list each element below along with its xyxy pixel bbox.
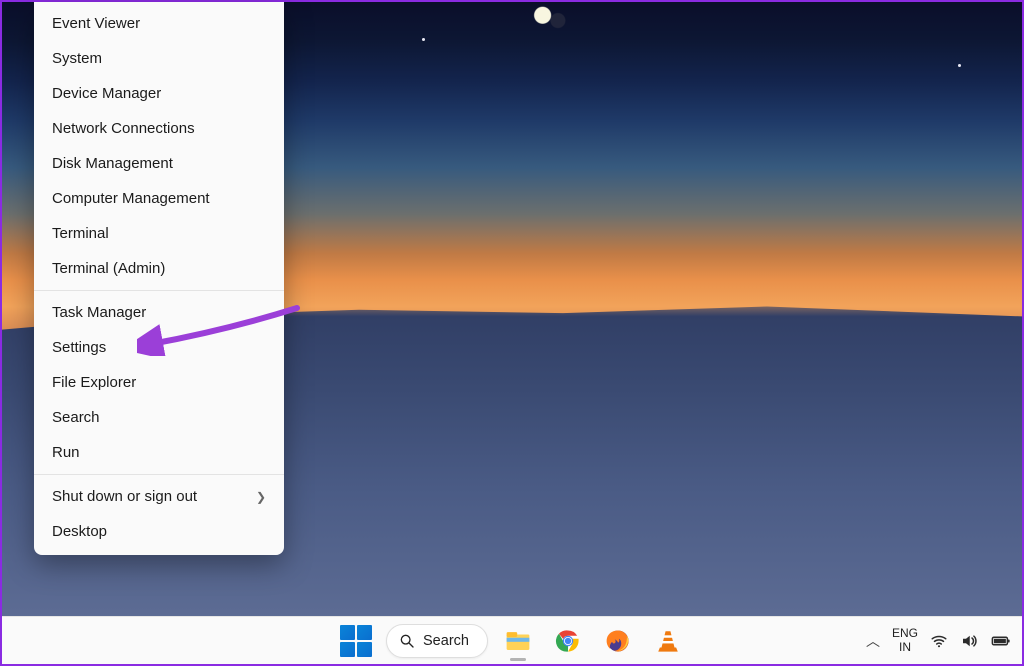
menu-item-label: Desktop (52, 523, 107, 540)
menu-item-label: Search (52, 409, 100, 426)
search-label: Search (423, 633, 469, 649)
chrome-icon (555, 628, 581, 654)
menu-item-label: Device Manager (52, 85, 161, 102)
menu-item-settings[interactable]: Settings (34, 330, 284, 365)
taskbar-app-chrome[interactable] (548, 621, 588, 661)
star-decoration (422, 38, 425, 41)
menu-item-shutdown-signout[interactable]: Shut down or sign out ❯ (34, 479, 284, 514)
chevron-right-icon: ❯ (256, 490, 266, 504)
menu-item-task-manager[interactable]: Task Manager (34, 295, 284, 330)
menu-item-disk-management[interactable]: Disk Management (34, 146, 284, 181)
firefox-icon (605, 628, 631, 654)
menu-item-run[interactable]: Run (34, 435, 284, 470)
taskbar-tray: ︿ ENG IN (866, 627, 1012, 655)
menu-item-search[interactable]: Search (34, 400, 284, 435)
taskbar-search[interactable]: Search (386, 624, 488, 658)
menu-item-label: File Explorer (52, 374, 136, 391)
volume-icon[interactable] (960, 632, 978, 650)
vlc-icon (655, 628, 681, 654)
language-primary: ENG (892, 627, 918, 641)
menu-item-label: Terminal (52, 225, 109, 242)
menu-item-label: Shut down or sign out (52, 488, 197, 505)
menu-item-label: Computer Management (52, 190, 210, 207)
menu-item-file-explorer[interactable]: File Explorer (34, 365, 284, 400)
star-decoration (958, 64, 961, 67)
taskbar: Search (2, 616, 1022, 664)
menu-item-desktop[interactable]: Desktop (34, 514, 284, 549)
taskbar-app-file-explorer[interactable] (498, 621, 538, 661)
taskbar-app-firefox[interactable] (598, 621, 638, 661)
menu-item-label: Disk Management (52, 155, 173, 172)
start-context-menu: Event Viewer System Device Manager Netwo… (34, 2, 284, 555)
menu-item-network-connections[interactable]: Network Connections (34, 111, 284, 146)
menu-separator (34, 290, 284, 291)
menu-item-terminal[interactable]: Terminal (34, 216, 284, 251)
battery-icon[interactable] (990, 632, 1012, 650)
menu-item-label: Task Manager (52, 304, 146, 321)
menu-item-label: Network Connections (52, 120, 195, 137)
tray-overflow-button[interactable]: ︿ (866, 631, 880, 651)
menu-item-terminal-admin[interactable]: Terminal (Admin) (34, 251, 284, 286)
search-icon (399, 633, 415, 649)
taskbar-app-vlc[interactable] (648, 621, 688, 661)
file-explorer-icon (505, 628, 531, 654)
windows-icon (340, 625, 372, 657)
language-secondary: IN (892, 641, 918, 655)
menu-item-label: Settings (52, 339, 106, 356)
wifi-icon[interactable] (930, 632, 948, 650)
start-button[interactable] (336, 621, 376, 661)
menu-item-label: System (52, 50, 102, 67)
taskbar-center: Search (336, 621, 688, 661)
menu-item-system[interactable]: System (34, 41, 284, 76)
menu-item-device-manager[interactable]: Device Manager (34, 76, 284, 111)
menu-separator (34, 474, 284, 475)
menu-item-label: Terminal (Admin) (52, 260, 165, 277)
menu-item-event-viewer[interactable]: Event Viewer (34, 6, 284, 41)
menu-item-label: Event Viewer (52, 15, 140, 32)
language-indicator[interactable]: ENG IN (892, 627, 918, 655)
menu-item-computer-management[interactable]: Computer Management (34, 181, 284, 216)
menu-item-label: Run (52, 444, 80, 461)
